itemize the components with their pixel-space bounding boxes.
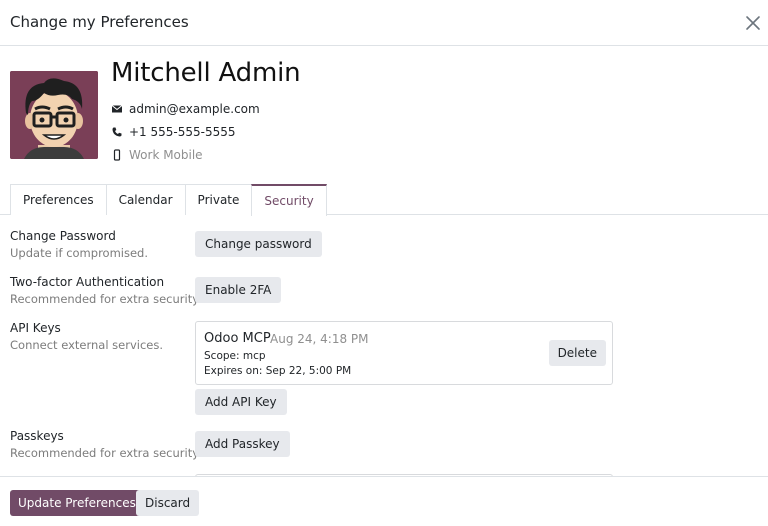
email-row: admin@example.com — [111, 102, 260, 116]
phone-row: +1 555-555-5555 — [111, 125, 236, 139]
tab-calendar[interactable]: Calendar — [105, 184, 186, 215]
mobile-placeholder: Work Mobile — [129, 148, 203, 162]
api-key-scope: Scope: mcp — [204, 350, 266, 362]
change-password-desc: Update if compromised. — [10, 246, 148, 260]
tab-security[interactable]: Security — [251, 184, 327, 216]
two-factor-label: Two-factor Authentication — [10, 275, 165, 289]
tab-private[interactable]: Private — [184, 184, 253, 215]
api-key-name: Odoo MCP — [204, 331, 271, 346]
close-icon[interactable] — [742, 12, 764, 34]
dialog-header: Change my Preferences — [0, 0, 768, 46]
update-preferences-button[interactable]: Update Preferences — [10, 490, 144, 516]
phone-icon — [111, 126, 123, 138]
dialog-footer: Update Preferences Discard — [0, 476, 768, 526]
phone-text[interactable]: +1 555-555-5555 — [129, 125, 236, 139]
passkeys-label: Passkeys — [10, 429, 64, 443]
add-passkey-button[interactable]: Add Passkey — [195, 431, 290, 457]
enable-2fa-button[interactable]: Enable 2FA — [195, 277, 282, 303]
add-api-key-button[interactable]: Add API Key — [195, 389, 287, 415]
mobile-row[interactable]: Work Mobile — [111, 148, 203, 162]
envelope-icon — [111, 103, 123, 115]
tab-preferences[interactable]: Preferences — [10, 184, 107, 215]
mobile-icon — [111, 149, 123, 161]
delete-api-key-button[interactable]: Delete — [548, 340, 606, 366]
api-key-expiry: Expires on: Sep 22, 5:00 PM — [204, 365, 352, 377]
dialog-title: Change my Preferences — [10, 13, 189, 31]
discard-button[interactable]: Discard — [136, 490, 200, 516]
passkeys-desc: Recommended for extra security. — [10, 446, 202, 460]
email-text[interactable]: admin@example.com — [129, 102, 260, 116]
api-keys-label: API Keys — [10, 321, 61, 335]
avatar[interactable] — [10, 71, 98, 159]
api-key-date: Aug 24, 4:18 PM — [270, 332, 369, 346]
tab-bar: Preferences Calendar Private Security — [10, 184, 327, 216]
api-keys-desc: Connect external services. — [10, 338, 164, 352]
change-password-button[interactable]: Change password — [195, 231, 322, 257]
two-factor-desc: Recommended for extra security. — [10, 292, 202, 306]
api-key-card: Odoo MCP Aug 24, 4:18 PM Scope: mcp Expi… — [195, 321, 613, 385]
change-password-label: Change Password — [10, 229, 116, 243]
profile-name: Mitchell Admin — [111, 58, 301, 88]
